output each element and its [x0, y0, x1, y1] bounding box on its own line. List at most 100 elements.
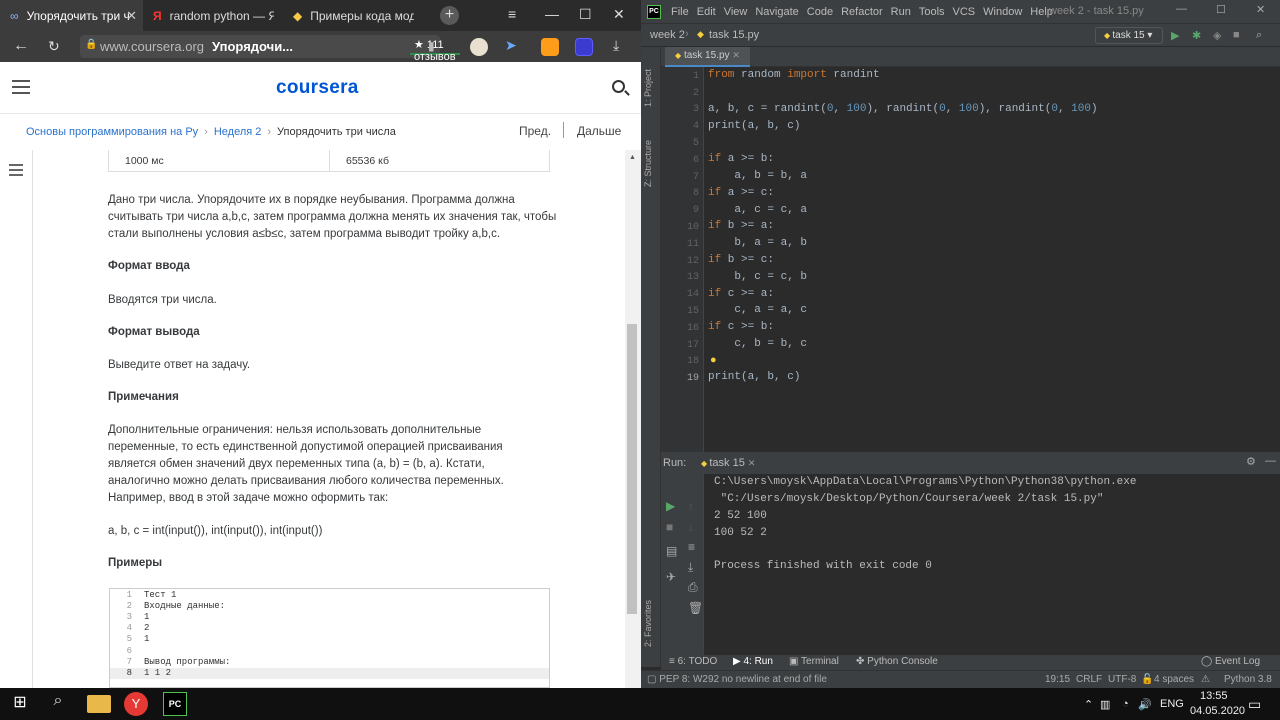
- pin-icon[interactable]: ✈: [666, 570, 676, 584]
- extension-icon[interactable]: [541, 38, 559, 56]
- tab-task15[interactable]: ◆ task 15.py ✕: [665, 47, 750, 67]
- scrollbar-thumb[interactable]: [627, 324, 637, 614]
- browser-tab-python[interactable]: ◆ Примеры кода модул: [287, 0, 427, 31]
- back-arrow-icon[interactable]: ←: [13, 37, 29, 55]
- maximize-icon[interactable]: ☐: [1216, 3, 1226, 16]
- menu-view[interactable]: View: [724, 6, 748, 18]
- extension-icon[interactable]: [575, 38, 593, 56]
- maximize-icon[interactable]: ☐: [579, 6, 592, 23]
- search-icon[interactable]: ⌕: [46, 692, 70, 716]
- indent-setting[interactable]: 4 spaces: [1154, 674, 1194, 685]
- notifications-icon[interactable]: ▭: [1248, 696, 1261, 713]
- cursor-position[interactable]: 19:15: [1045, 674, 1070, 685]
- file-breadcrumb[interactable]: task 15.py: [709, 29, 759, 41]
- wifi-icon[interactable]: ◔: [1122, 698, 1129, 710]
- network-icon[interactable]: ▥: [1100, 698, 1110, 711]
- tab-title: Примеры кода модул: [310, 8, 415, 23]
- scroll-up-icon[interactable]: ▲: [629, 154, 636, 161]
- rerun-icon[interactable]: ▶: [666, 499, 675, 513]
- structure-tool-tab[interactable]: Z: Structure: [643, 140, 653, 187]
- event-log-tool-tab[interactable]: ◯ Event Log: [1201, 656, 1260, 667]
- lock-icon[interactable]: 🔓: [1141, 674, 1153, 685]
- stop-icon[interactable]: ■: [666, 520, 673, 534]
- status-message[interactable]: ▢ PEP 8: W292 no newline at end of file: [647, 674, 827, 685]
- search-icon[interactable]: [612, 80, 625, 93]
- search-icon[interactable]: ⌕: [1256, 29, 1262, 42]
- menu-refactor[interactable]: Refactor: [841, 6, 883, 18]
- code-editor[interactable]: from random import randint a, b, c = ran…: [704, 67, 1280, 452]
- interpreter[interactable]: Python 3.8: [1224, 674, 1272, 685]
- scroll-to-end-icon[interactable]: ⤓: [688, 560, 693, 575]
- menu-file[interactable]: File: [671, 6, 689, 18]
- yandex-browser-icon[interactable]: Y: [124, 692, 148, 716]
- stop-icon[interactable]: ■: [1233, 29, 1240, 41]
- windows-start-icon[interactable]: ⊞: [8, 692, 32, 716]
- python-console-tool-tab[interactable]: ✤ Python Console: [856, 656, 938, 667]
- breadcrumb-week[interactable]: Неделя 2: [214, 126, 262, 138]
- list-icon[interactable]: [9, 164, 23, 176]
- browser-tab-coursera[interactable]: ∞ Упорядочить три ч ✕: [0, 0, 143, 31]
- run-config-select[interactable]: ◆ task 15 ▾: [1095, 27, 1163, 44]
- minimize-icon[interactable]: —: [545, 6, 559, 22]
- coursera-logo[interactable]: coursera: [276, 77, 359, 99]
- reviews-badge[interactable]: ★ 111 отзывов: [410, 38, 460, 63]
- bookmark-icon[interactable]: ▮: [428, 39, 435, 53]
- menu-window[interactable]: Window: [983, 6, 1022, 18]
- tray-arrow-icon[interactable]: ⌃: [1084, 698, 1093, 711]
- terminal-tool-tab[interactable]: ▣ Terminal: [789, 656, 839, 667]
- prev-button[interactable]: Пред.: [519, 124, 551, 138]
- breadcrumb-course[interactable]: Основы программирования на Ру: [26, 126, 198, 138]
- run-tab[interactable]: ◆ task 15 ✕: [701, 457, 755, 469]
- menu-icon[interactable]: ≡: [508, 6, 516, 22]
- up-arrow-icon[interactable]: ↑: [688, 499, 694, 513]
- coverage-icon[interactable]: ◈: [1213, 29, 1221, 42]
- input-heading: Формат ввода: [108, 260, 190, 272]
- gear-icon[interactable]: ⚙: [1246, 455, 1256, 468]
- language-indicator[interactable]: ENG: [1160, 698, 1184, 710]
- browser-tab-yandex[interactable]: Я random python — Янд: [145, 0, 285, 31]
- menu-run[interactable]: Run: [891, 6, 911, 18]
- clock-date[interactable]: 04.05.2020: [1190, 705, 1245, 717]
- run-icon[interactable]: ▶: [1171, 29, 1179, 42]
- close-window-icon[interactable]: ✕: [613, 6, 625, 23]
- menu-vcs[interactable]: VCS: [953, 6, 976, 18]
- lightbulb-icon[interactable]: ●: [710, 355, 717, 367]
- trash-icon[interactable]: 🗑: [688, 601, 703, 615]
- next-button[interactable]: Дальше: [577, 124, 621, 138]
- minimize-icon[interactable]: —: [1176, 3, 1187, 15]
- volume-icon[interactable]: 🔊: [1138, 698, 1152, 711]
- clock-time[interactable]: 13:55: [1200, 690, 1228, 702]
- debug-icon[interactable]: ✱: [1192, 29, 1201, 42]
- menu-edit[interactable]: Edit: [697, 6, 716, 18]
- close-icon[interactable]: ✕: [126, 8, 137, 24]
- print-icon[interactable]: ⎙: [688, 580, 698, 595]
- favorites-tool-tab[interactable]: 2: Favorites: [643, 600, 653, 647]
- hide-icon[interactable]: —: [1265, 455, 1276, 467]
- project-tool-tab[interactable]: 1: Project: [643, 69, 653, 107]
- pycharm-icon[interactable]: PC: [163, 692, 187, 716]
- menu-code[interactable]: Code: [807, 6, 833, 18]
- url-field[interactable]: 🔒 www.coursera.org Упорядочи... ★ 111 от…: [80, 35, 460, 63]
- telegram-icon[interactable]: ➤: [505, 37, 517, 54]
- file-encoding[interactable]: UTF-8: [1108, 674, 1136, 685]
- file-explorer-icon[interactable]: [87, 695, 111, 713]
- run-tool-tab[interactable]: ▶ 4: Run: [733, 656, 773, 667]
- layout-icon[interactable]: ▤: [666, 544, 677, 558]
- reload-icon[interactable]: ↻: [48, 38, 60, 55]
- menu-tools[interactable]: Tools: [919, 6, 945, 18]
- close-window-icon[interactable]: ✕: [1256, 3, 1265, 16]
- new-tab-button[interactable]: +: [440, 6, 459, 25]
- menu-navigate[interactable]: Navigate: [755, 6, 798, 18]
- close-icon[interactable]: ✕: [732, 50, 740, 60]
- hamburger-menu-icon[interactable]: [12, 80, 30, 94]
- soft-wrap-icon[interactable]: ≡: [688, 540, 695, 554]
- down-arrow-icon[interactable]: ↓: [688, 520, 694, 534]
- close-icon[interactable]: ✕: [748, 458, 756, 468]
- page-scrollbar[interactable]: ▲: [625, 150, 641, 688]
- todo-tool-tab[interactable]: ≡ 6: TODO: [669, 656, 717, 667]
- line-separator[interactable]: CRLF: [1076, 674, 1102, 685]
- project-breadcrumb[interactable]: week 2: [650, 29, 685, 41]
- extension-icon[interactable]: [470, 38, 488, 56]
- console-output[interactable]: C:\Users\moysk\AppData\Local\Programs\Py…: [714, 474, 1274, 655]
- download-icon[interactable]: ⤓: [613, 37, 619, 54]
